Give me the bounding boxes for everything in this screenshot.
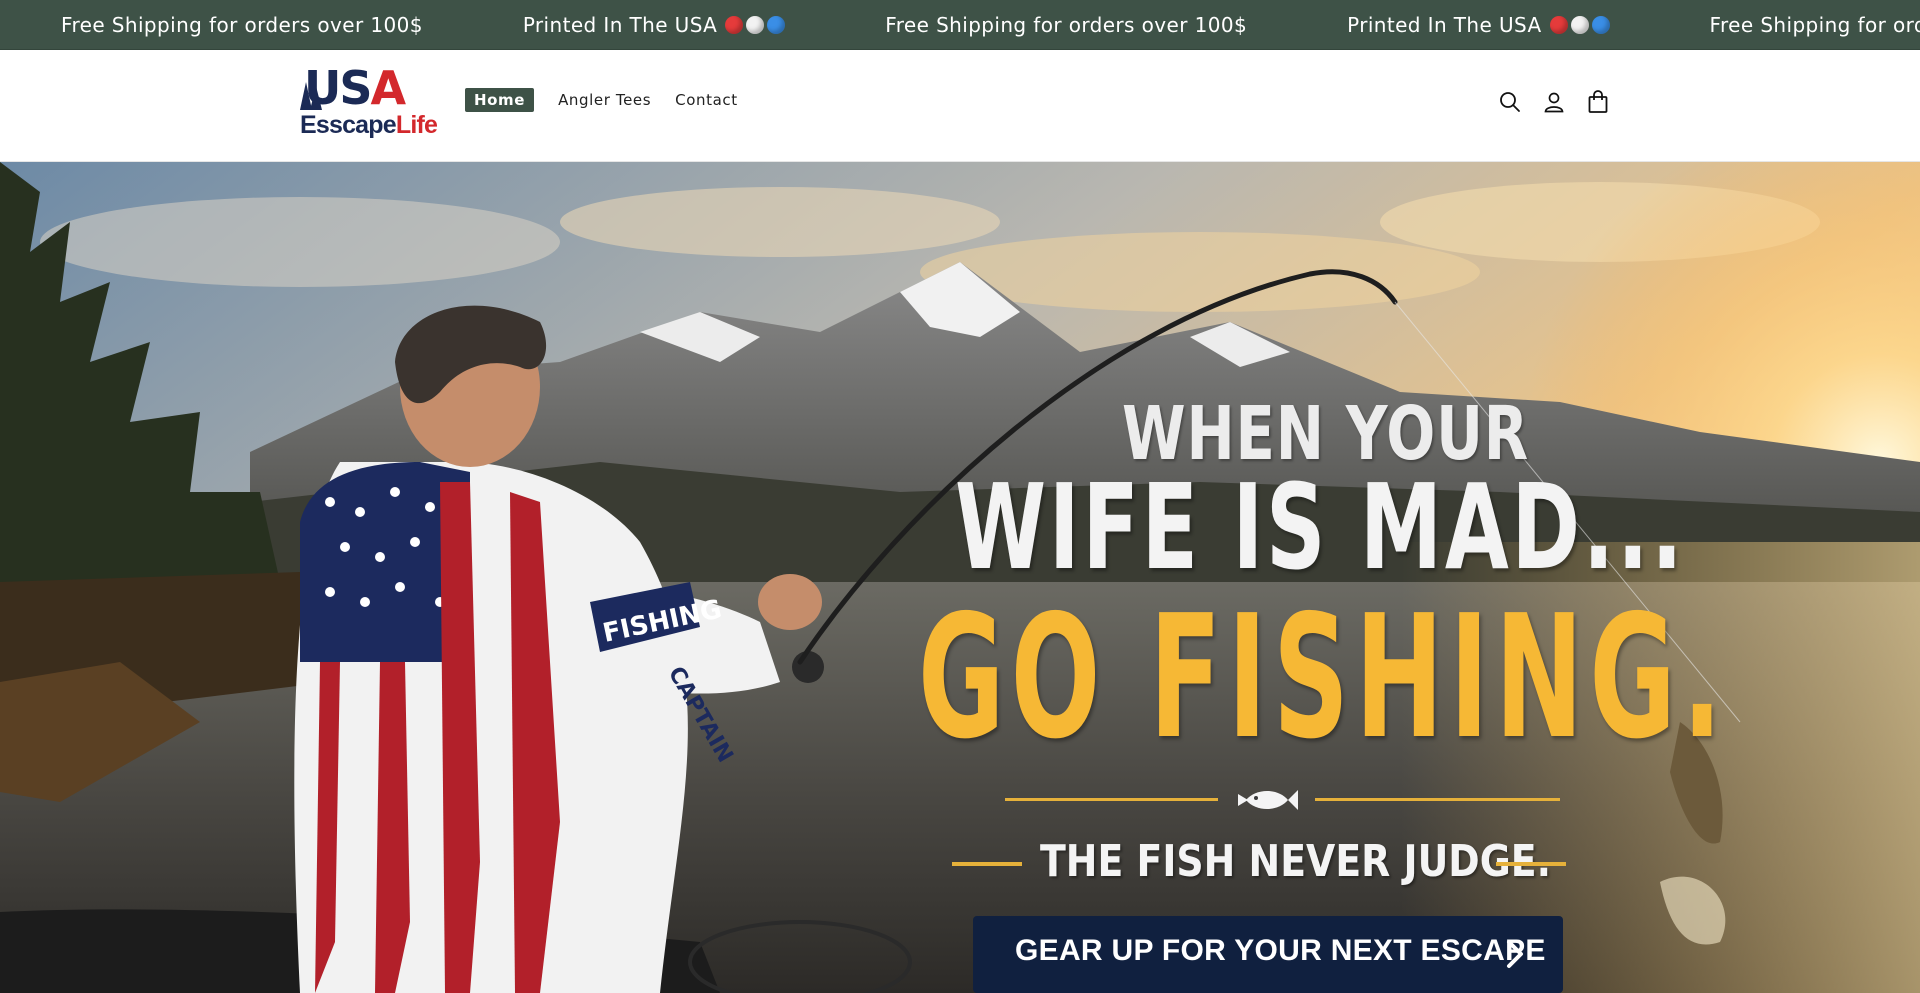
announcement-free-shipping: Free Shipping for orders over 100$ bbox=[61, 13, 423, 37]
search-icon[interactable] bbox=[1498, 90, 1522, 114]
nav-contact[interactable]: Contact bbox=[675, 91, 738, 109]
site-header: USA EsscapeLife Home Angler Tees Contact bbox=[0, 50, 1920, 162]
cart-icon[interactable] bbox=[1586, 90, 1610, 114]
hero-divider bbox=[1005, 784, 1560, 814]
announcement-track: Free Shipping for orders over 100$ Print… bbox=[61, 0, 1920, 49]
hero-line-2: WIFE IS MAD... bbox=[955, 458, 1686, 596]
chevron-right-icon bbox=[1507, 940, 1523, 968]
flag-dots-icon bbox=[725, 16, 786, 34]
logo-usa: USA bbox=[304, 61, 406, 115]
announcement-free-shipping: Free Shipping for orders over 100$ bbox=[885, 13, 1248, 37]
flag-dots-icon bbox=[1549, 16, 1610, 34]
hero-line-3: GO FISHING. bbox=[918, 579, 1729, 777]
hero-banner: FISHING CAPTAIN WHEN YOUR WIFE IS MAD...… bbox=[0, 162, 1920, 993]
hero-cta-button[interactable]: GEAR UP FOR YOUR NEXT ESCAPE bbox=[973, 916, 1563, 993]
announcement-printed-usa: Printed In The USA bbox=[523, 13, 786, 37]
nav-home[interactable]: Home bbox=[465, 88, 535, 112]
hero-tagline: THE FISH NEVER JUDGE. bbox=[1040, 836, 1551, 887]
announcement-printed-usa: Printed In The USA bbox=[1347, 13, 1610, 37]
logo-wordmark: EsscapeLife bbox=[300, 111, 438, 139]
main-nav: Home Angler Tees Contact bbox=[465, 88, 738, 112]
fish-icon bbox=[1238, 790, 1298, 810]
announcement-bar: Free Shipping for orders over 100$ Print… bbox=[0, 0, 1920, 50]
nav-angler-tees[interactable]: Angler Tees bbox=[558, 91, 651, 109]
hero-cta-label: GEAR UP FOR YOUR NEXT ESCAPE bbox=[1015, 934, 1546, 967]
announcement-free-shipping: Free Shipping for orders over 100$ bbox=[1709, 13, 1920, 37]
account-icon[interactable] bbox=[1542, 90, 1566, 114]
site-logo[interactable]: USA EsscapeLife bbox=[300, 61, 438, 146]
header-actions bbox=[1498, 90, 1610, 114]
hero-tagline-row: THE FISH NEVER JUDGE. bbox=[952, 836, 1566, 887]
